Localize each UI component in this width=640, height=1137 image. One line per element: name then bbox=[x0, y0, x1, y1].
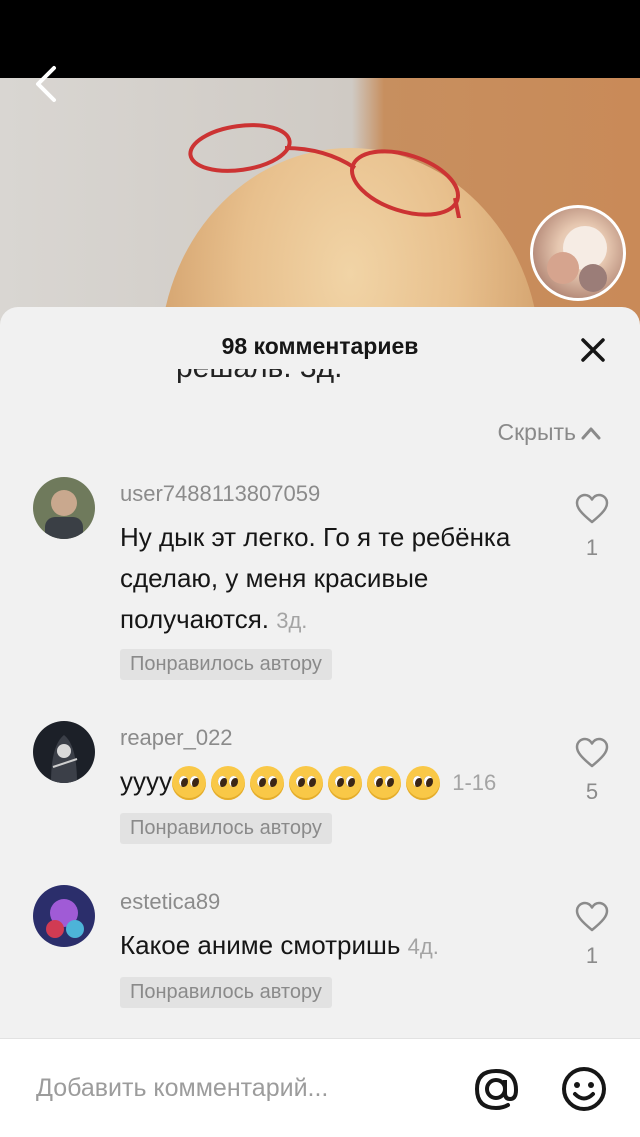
heart-icon bbox=[575, 901, 609, 932]
hide-replies-label: Скрыть bbox=[497, 419, 576, 445]
avatar[interactable] bbox=[33, 721, 95, 783]
pleading-face-emoji-icon bbox=[250, 766, 284, 801]
status-bar bbox=[0, 0, 640, 78]
comments-title: 98 комментариев bbox=[221, 333, 419, 359]
avatar-image bbox=[33, 477, 95, 539]
comment-time: 3д. bbox=[276, 608, 308, 633]
comment-username[interactable]: user7488113807059 bbox=[120, 481, 320, 507]
at-icon bbox=[474, 1068, 519, 1111]
like-count: 1 bbox=[585, 943, 599, 968]
avatar-image bbox=[33, 721, 95, 783]
comment-input[interactable] bbox=[34, 1067, 438, 1109]
like-button[interactable] bbox=[574, 493, 610, 530]
liked-by-author-badge: Понравилось автору bbox=[120, 977, 332, 1008]
like-button[interactable] bbox=[574, 737, 610, 774]
partial-comment-text: решаль. 3д. bbox=[176, 369, 376, 391]
liked-by-author-badge: Понравилось автору bbox=[120, 813, 332, 844]
pleading-face-emoji-icon bbox=[211, 766, 245, 801]
like-count: 5 bbox=[585, 779, 599, 804]
like-button[interactable] bbox=[574, 901, 610, 938]
pleading-face-emoji-icon bbox=[406, 766, 440, 801]
comments-sheet: 98 комментариев решаль. 3д. Скрыть user7… bbox=[0, 307, 640, 1136]
heart-icon bbox=[575, 737, 609, 768]
avatar[interactable] bbox=[33, 885, 95, 947]
pleading-face-emoji-icon bbox=[172, 766, 206, 801]
comment-body: Какое аниме смотришь bbox=[120, 930, 401, 960]
author-avatar[interactable] bbox=[530, 205, 626, 301]
like-count: 1 bbox=[585, 535, 599, 560]
avatar[interactable] bbox=[33, 477, 95, 539]
glasses-image bbox=[188, 123, 462, 218]
comment-time: 1-16 bbox=[452, 770, 497, 795]
chevron-left-icon bbox=[36, 66, 56, 102]
comment-body: уууу bbox=[120, 766, 172, 796]
avatar-image bbox=[33, 885, 95, 947]
smiley-icon bbox=[562, 1067, 606, 1111]
emoji-row bbox=[172, 766, 445, 801]
back-button[interactable] bbox=[28, 62, 68, 106]
comment-text: Какое аниме смотришь 4д. bbox=[120, 925, 540, 967]
pleading-face-emoji-icon bbox=[367, 766, 401, 801]
comment-text: уууу 1-16 bbox=[120, 761, 540, 803]
comment-input-bar bbox=[0, 1038, 640, 1137]
video-background bbox=[0, 78, 640, 338]
emoji-button[interactable] bbox=[558, 1063, 610, 1115]
liked-by-author-badge: Понравилось автору bbox=[120, 649, 332, 680]
comment-username[interactable]: estetica89 bbox=[120, 889, 220, 915]
close-button[interactable] bbox=[574, 331, 612, 369]
comment-body: Ну дык эт легко. Го я те ребёнка сделаю,… bbox=[120, 522, 511, 634]
comment-username[interactable]: reaper_022 bbox=[120, 725, 233, 751]
comment-text: Ну дык эт легко. Го я те ребёнка сделаю,… bbox=[120, 517, 540, 641]
author-avatar-image bbox=[547, 226, 607, 292]
comment-time: 4д. bbox=[407, 934, 439, 959]
chevron-up-icon bbox=[581, 427, 601, 439]
pleading-face-emoji-icon bbox=[328, 766, 362, 801]
mention-button[interactable] bbox=[470, 1063, 522, 1115]
hide-replies-button[interactable]: Скрыть bbox=[497, 419, 602, 446]
pleading-face-emoji-icon bbox=[289, 766, 323, 801]
heart-icon bbox=[575, 493, 609, 524]
close-icon bbox=[581, 338, 605, 362]
